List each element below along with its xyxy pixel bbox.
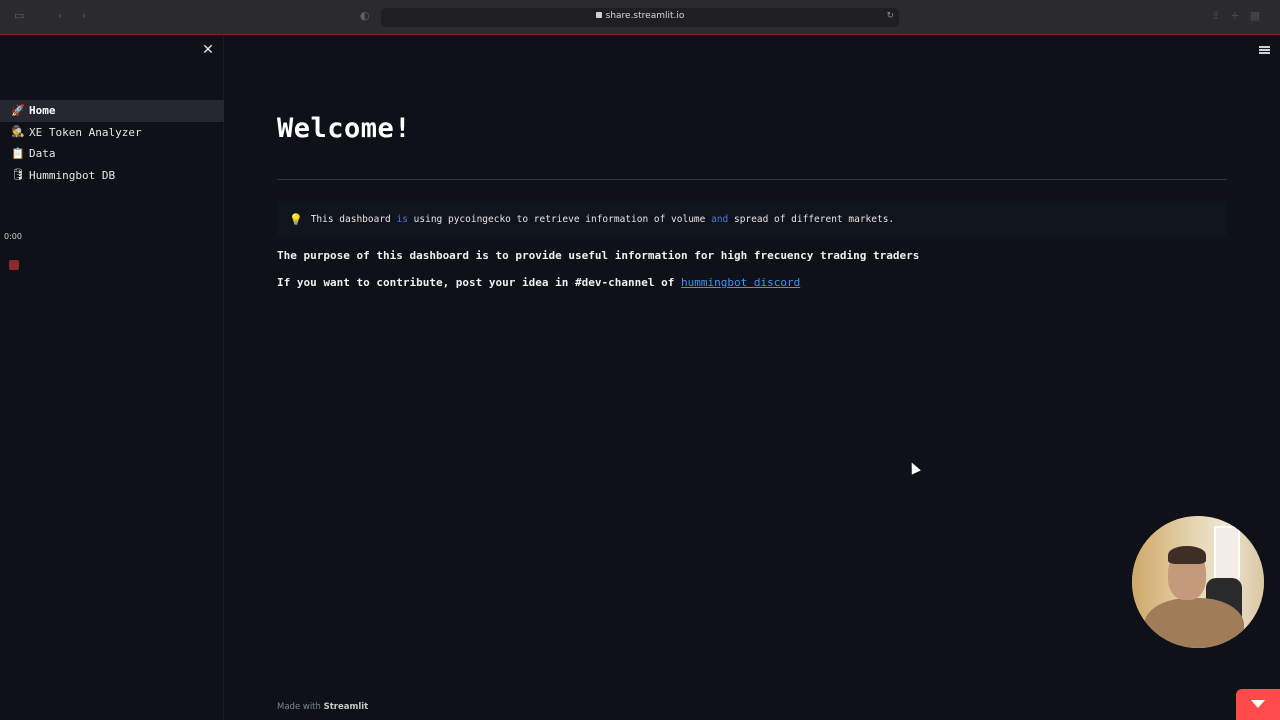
contribute-paragraph: If you want to contribute, post your ide… (277, 276, 801, 289)
info-text: This dashboard is using pycoingecko to r… (310, 213, 895, 225)
clipboard-icon: 📋 (11, 146, 25, 160)
streamlit-link[interactable]: Streamlit (324, 702, 369, 712)
webcam-overlay (1132, 516, 1264, 648)
browser-actions[interactable]: ⇪+▦ (1211, 9, 1270, 22)
url-text: share.streamlit.io (605, 11, 685, 21)
sidebar-item-label: Home (29, 104, 56, 118)
rocket-icon: 🚀 (11, 103, 25, 117)
divider (277, 179, 1227, 180)
sidebar-item-label: Data (29, 147, 56, 161)
purpose-paragraph: The purpose of this dashboard is to prov… (277, 249, 920, 262)
sidebar-nav: 🚀 Home 🕵 XE Token Analyzer 📋 Data 🛢 Humm… (0, 100, 224, 186)
footer: Made with Streamlit (277, 702, 369, 712)
recording-time: 0:00 (4, 232, 22, 241)
detective-icon: 🕵 (11, 125, 25, 139)
sidebar-item-label: Hummingbot DB (29, 168, 116, 182)
menu-icon[interactable] (1259, 46, 1270, 54)
sidebar-item-data[interactable]: 📋 Data (0, 143, 224, 165)
sidebar-item-hummingbot-db[interactable]: 🛢 Hummingbot DB (0, 165, 224, 187)
reload-icon[interactable]: ↻ (886, 11, 894, 21)
address-bar[interactable]: share.streamlit.io ↻ (381, 8, 899, 27)
sidebar-item-home[interactable]: 🚀 Home (0, 100, 224, 122)
lock-icon (595, 12, 602, 18)
info-alert: 💡 This dashboard is using pycoingecko to… (277, 201, 1227, 237)
page-title: Welcome! (277, 113, 412, 144)
crown-icon (1251, 700, 1265, 708)
sidebar-toggle-icon[interactable]: ▭ (14, 9, 24, 22)
sidebar-item-xe-token-analyzer[interactable]: 🕵 XE Token Analyzer (0, 122, 224, 144)
lightbulb-icon: 💡 (289, 212, 303, 226)
shield-icon[interactable]: ◐ (360, 9, 370, 22)
sidebar: ✕ 🚀 Home 🕵 XE Token Analyzer 📋 Data 🛢 Hu… (0, 36, 224, 720)
hummingbot-discord-link[interactable]: hummingbot discord (681, 276, 800, 289)
forward-icon[interactable]: › (82, 9, 86, 22)
database-icon: 🛢 (11, 168, 25, 182)
main-content: Welcome! 💡 This dashboard is using pycoi… (225, 36, 1280, 720)
sidebar-item-label: XE Token Analyzer (29, 125, 142, 139)
browser-toolbar: ▭ ‹ › ◐ share.streamlit.io ↻ ⇪+▦ (0, 0, 1280, 35)
back-icon[interactable]: ‹ (58, 9, 62, 22)
close-icon[interactable]: ✕ (201, 43, 215, 57)
streamlit-badge[interactable] (1236, 689, 1280, 720)
stop-recording-button[interactable] (9, 260, 19, 270)
